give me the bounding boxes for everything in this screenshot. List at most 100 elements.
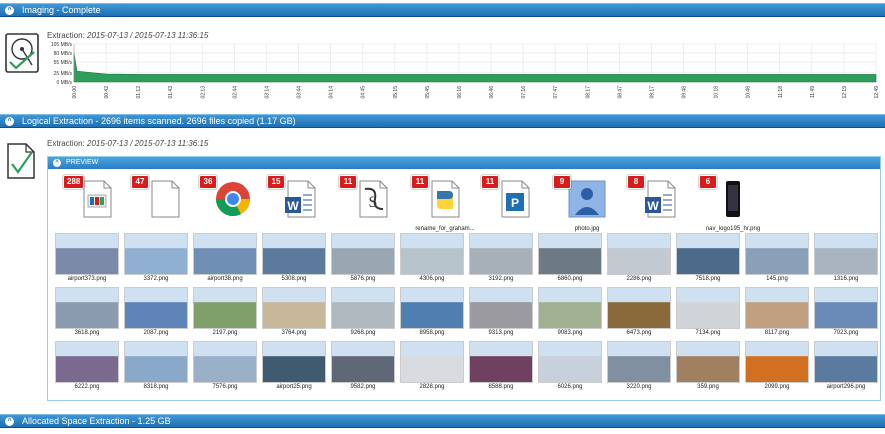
x-tick-label: 12:49: [874, 86, 880, 99]
collapse-icon[interactable]: ^: [5, 417, 14, 426]
hard-drive-icon: [5, 33, 39, 73]
thumbnail-item[interactable]: 145.png: [744, 233, 810, 282]
thumbnail-item[interactable]: 7518.png: [675, 233, 741, 282]
collapse-icon[interactable]: ^: [53, 159, 61, 167]
thumbnail-item[interactable]: airport373.png: [54, 233, 120, 282]
thumbnail-item[interactable]: 359.png: [675, 341, 741, 390]
logical-extraction-stamp: Extraction: 2015-07-13 / 2015-07-13 11:3…: [47, 139, 208, 148]
thumbnail-item[interactable]: 3220.png: [606, 341, 672, 390]
file-type-item[interactable]: S 11: [338, 175, 408, 226]
imaging-panel: Extraction: 2015-07-13 / 2015-07-13 11:3…: [0, 20, 885, 106]
x-tick-label: 01:12: [136, 86, 142, 99]
allocated-section-bar[interactable]: ^ Allocated Space Extraction - 1.25 GB: [0, 414, 885, 428]
file-type-item[interactable]: P 11: [480, 175, 550, 226]
x-tick-label: 09:48: [682, 86, 688, 99]
file-type-item[interactable]: 47: [130, 175, 200, 226]
thumbnail-item[interactable]: 6473.png: [606, 287, 672, 336]
thumbnail-image: [745, 233, 809, 275]
thumbnail-item[interactable]: 8318.png: [123, 341, 189, 390]
thumbnail-image: [676, 233, 740, 275]
thumbnail-item[interactable]: 7023.png: [813, 287, 879, 336]
thumbnail-item[interactable]: 2286.png: [606, 233, 672, 282]
thumbnail-item[interactable]: 8588.png: [468, 341, 534, 390]
blank-file-icon: [151, 180, 180, 218]
thumbnail-item[interactable]: 8958.png: [399, 287, 465, 336]
thumbnail-item[interactable]: 7576.png: [192, 341, 258, 390]
preview-header[interactable]: ^ PREVIEW: [48, 157, 880, 169]
thumbnail-item[interactable]: 9268.png: [330, 287, 396, 336]
thumbnail-filename: airport25.png: [276, 384, 312, 390]
y-tick-label: 0 MB/s: [56, 80, 72, 86]
thumbnail-item[interactable]: airport25.png: [261, 341, 327, 390]
thumbnail-item[interactable]: 3372.png: [123, 233, 189, 282]
x-tick-label: 10:48: [746, 86, 752, 99]
thumbnail-image: [400, 341, 464, 383]
x-tick-label: 07:16: [521, 86, 527, 99]
imaging-extraction-stamp: Extraction: 2015-07-13 / 2015-07-13 11:3…: [47, 31, 208, 40]
file-type-item[interactable]: W 15: [266, 175, 336, 226]
thumbnail-item[interactable]: 5308.png: [261, 233, 327, 282]
thumbnail-item[interactable]: 2099.png: [744, 341, 810, 390]
thumbnail-item[interactable]: 2828.png: [399, 341, 465, 390]
x-tick-label: 12:19: [842, 86, 848, 99]
thumbnail-filename: 3618.png: [74, 330, 100, 336]
file-count-badge: 9: [553, 175, 571, 189]
thumbnail-filename: 8958.png: [419, 330, 445, 336]
thumbnail-item[interactable]: 6026.png: [537, 341, 603, 390]
thumbnail-item[interactable]: 1316.png: [813, 233, 879, 282]
thumbnail-filename: 6026.png: [557, 384, 583, 390]
x-tick-label: 06:16: [457, 86, 463, 99]
x-tick-label: 10:18: [714, 86, 720, 99]
thumbnail-item[interactable]: 3192.png: [468, 233, 534, 282]
allocated-bar-title: Allocated Space Extraction - 1.25 GB: [22, 416, 171, 426]
x-tick-label: 07:47: [553, 86, 559, 99]
collapse-icon[interactable]: ^: [5, 117, 14, 126]
script-icon: S: [359, 180, 388, 218]
x-tick-label: 00:00: [72, 86, 78, 99]
thumbnail-item[interactable]: 2197.png: [192, 287, 258, 336]
file-type-item[interactable]: 288: [62, 175, 132, 226]
thumbnail-item[interactable]: 6222.png: [54, 341, 120, 390]
thumbnail-item[interactable]: 8117.png: [744, 287, 810, 336]
thumbnail-item[interactable]: 3618.png: [54, 287, 120, 336]
thumbnail-filename: 2087.png: [143, 330, 169, 336]
imaging-section-bar[interactable]: ^ Imaging - Complete: [0, 3, 885, 17]
file-count-badge: 11: [481, 175, 499, 189]
thumbnail-item[interactable]: 3764.png: [261, 287, 327, 336]
thumbnail-item[interactable]: airport38.png: [192, 233, 258, 282]
file-type-item[interactable]: W8: [626, 175, 696, 226]
thumbnail-item[interactable]: airport296.png: [813, 341, 879, 390]
thumbnail-image: [814, 341, 878, 383]
y-tick-label: 80 MB/s: [54, 51, 73, 57]
file-count-badge: 15: [267, 175, 285, 189]
word-doc-icon: W: [285, 180, 316, 218]
svg-text:W: W: [647, 199, 659, 213]
logical-section-bar[interactable]: ^ Logical Extraction - 2696 items scanne…: [0, 114, 885, 128]
thumbnail-filename: 359.png: [697, 384, 719, 390]
thumbnail-item[interactable]: 6860.png: [537, 233, 603, 282]
thumbnail-item[interactable]: 4306.png: [399, 233, 465, 282]
thumbnail-item[interactable]: 5876.png: [330, 233, 396, 282]
y-tick-label: 25 MB/s: [54, 71, 73, 77]
file-type-item[interactable]: 9 photo.jpg: [552, 175, 622, 232]
preview-title: PREVIEW: [66, 159, 99, 166]
thumbnail-item[interactable]: 9582.png: [330, 341, 396, 390]
thumbnail-item[interactable]: 9083.png: [537, 287, 603, 336]
file-type-item[interactable]: 36: [198, 175, 268, 226]
file-type-item[interactable]: 6 nav_logo195_hr.png: [698, 175, 768, 232]
extraction-label: Extraction:: [47, 139, 85, 148]
thumbnail-image: [814, 287, 878, 329]
thumbnail-item[interactable]: 2087.png: [123, 287, 189, 336]
thumbnail-filename: 145.png: [766, 276, 788, 282]
file-type-item[interactable]: 11 rename_for_graham...: [410, 175, 480, 232]
thumbnail-image: [538, 233, 602, 275]
collapse-icon[interactable]: ^: [5, 6, 14, 15]
extraction-label: Extraction:: [47, 31, 85, 40]
thumbnail-item[interactable]: 7134.png: [675, 287, 741, 336]
thumbnail-filename: 7023.png: [833, 330, 859, 336]
photo-icon: [568, 180, 606, 218]
extraction-range: 2015-07-13 / 2015-07-13 11:36:15: [87, 139, 209, 148]
thumbnail-filename: 9268.png: [350, 330, 376, 336]
thumbnail-item[interactable]: 9313.png: [468, 287, 534, 336]
x-tick-label: 04:14: [329, 86, 335, 99]
